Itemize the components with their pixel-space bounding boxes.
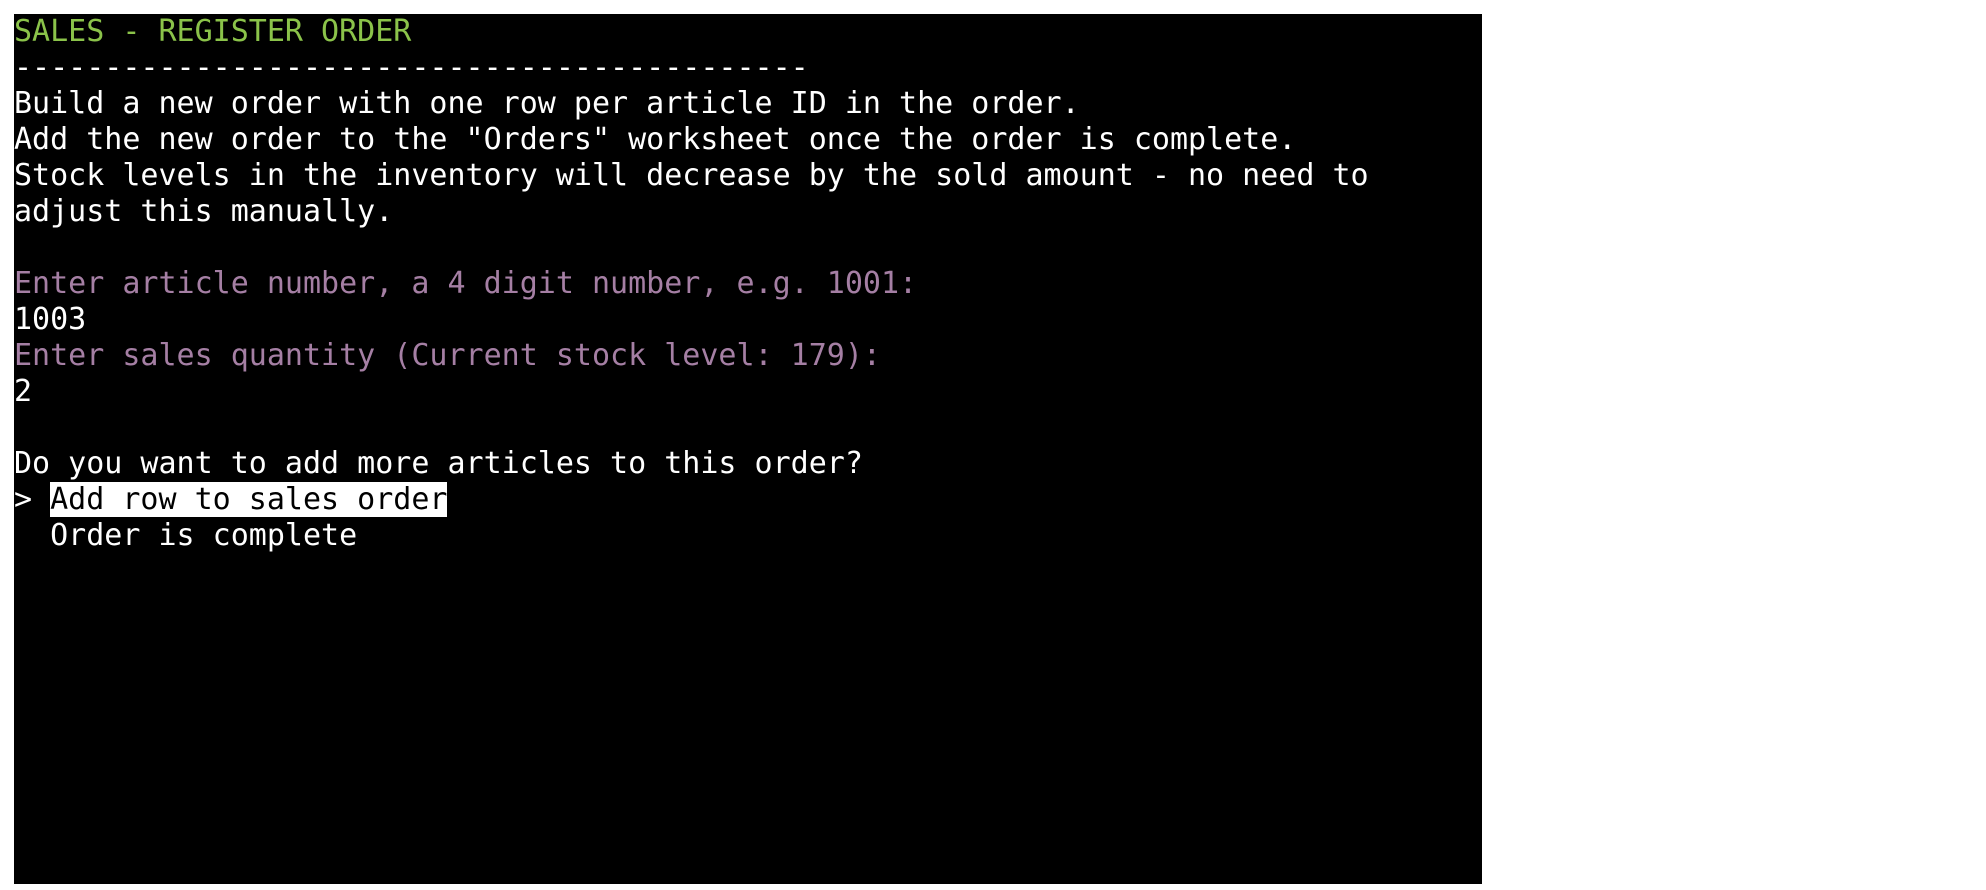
option-order-complete-label[interactable]: Order is complete xyxy=(50,518,357,553)
article-number-prompt: Enter article number, a 4 digit number, … xyxy=(14,266,918,301)
screen-title: SALES - REGISTER ORDER xyxy=(14,14,412,49)
description-line-3: Stock levels in the inventory will decre… xyxy=(14,158,1369,193)
sales-quantity-prompt: Enter sales quantity (Current stock leve… xyxy=(14,338,881,373)
terminal-window[interactable]: SALES - REGISTER ORDER -----------------… xyxy=(14,14,1482,884)
option-add-row[interactable]: > Add row to sales order xyxy=(14,482,1482,518)
description-line-4: adjust this manually. xyxy=(14,194,394,229)
description-line-2: Add the new order to the "Orders" worksh… xyxy=(14,122,1297,157)
sales-quantity-input[interactable]: 2 xyxy=(14,374,1482,410)
option-add-row-label[interactable]: Add row to sales order xyxy=(50,482,448,517)
description-line-1: Build a new order with one row per artic… xyxy=(14,86,1080,121)
article-number-input[interactable]: 1003 xyxy=(14,302,1482,338)
selection-cursor: > xyxy=(14,482,33,517)
option-order-complete[interactable]: Order is complete xyxy=(14,518,1482,554)
separator-line: ----------------------------------------… xyxy=(14,50,809,85)
add-more-question: Do you want to add more articles to this… xyxy=(14,446,863,481)
